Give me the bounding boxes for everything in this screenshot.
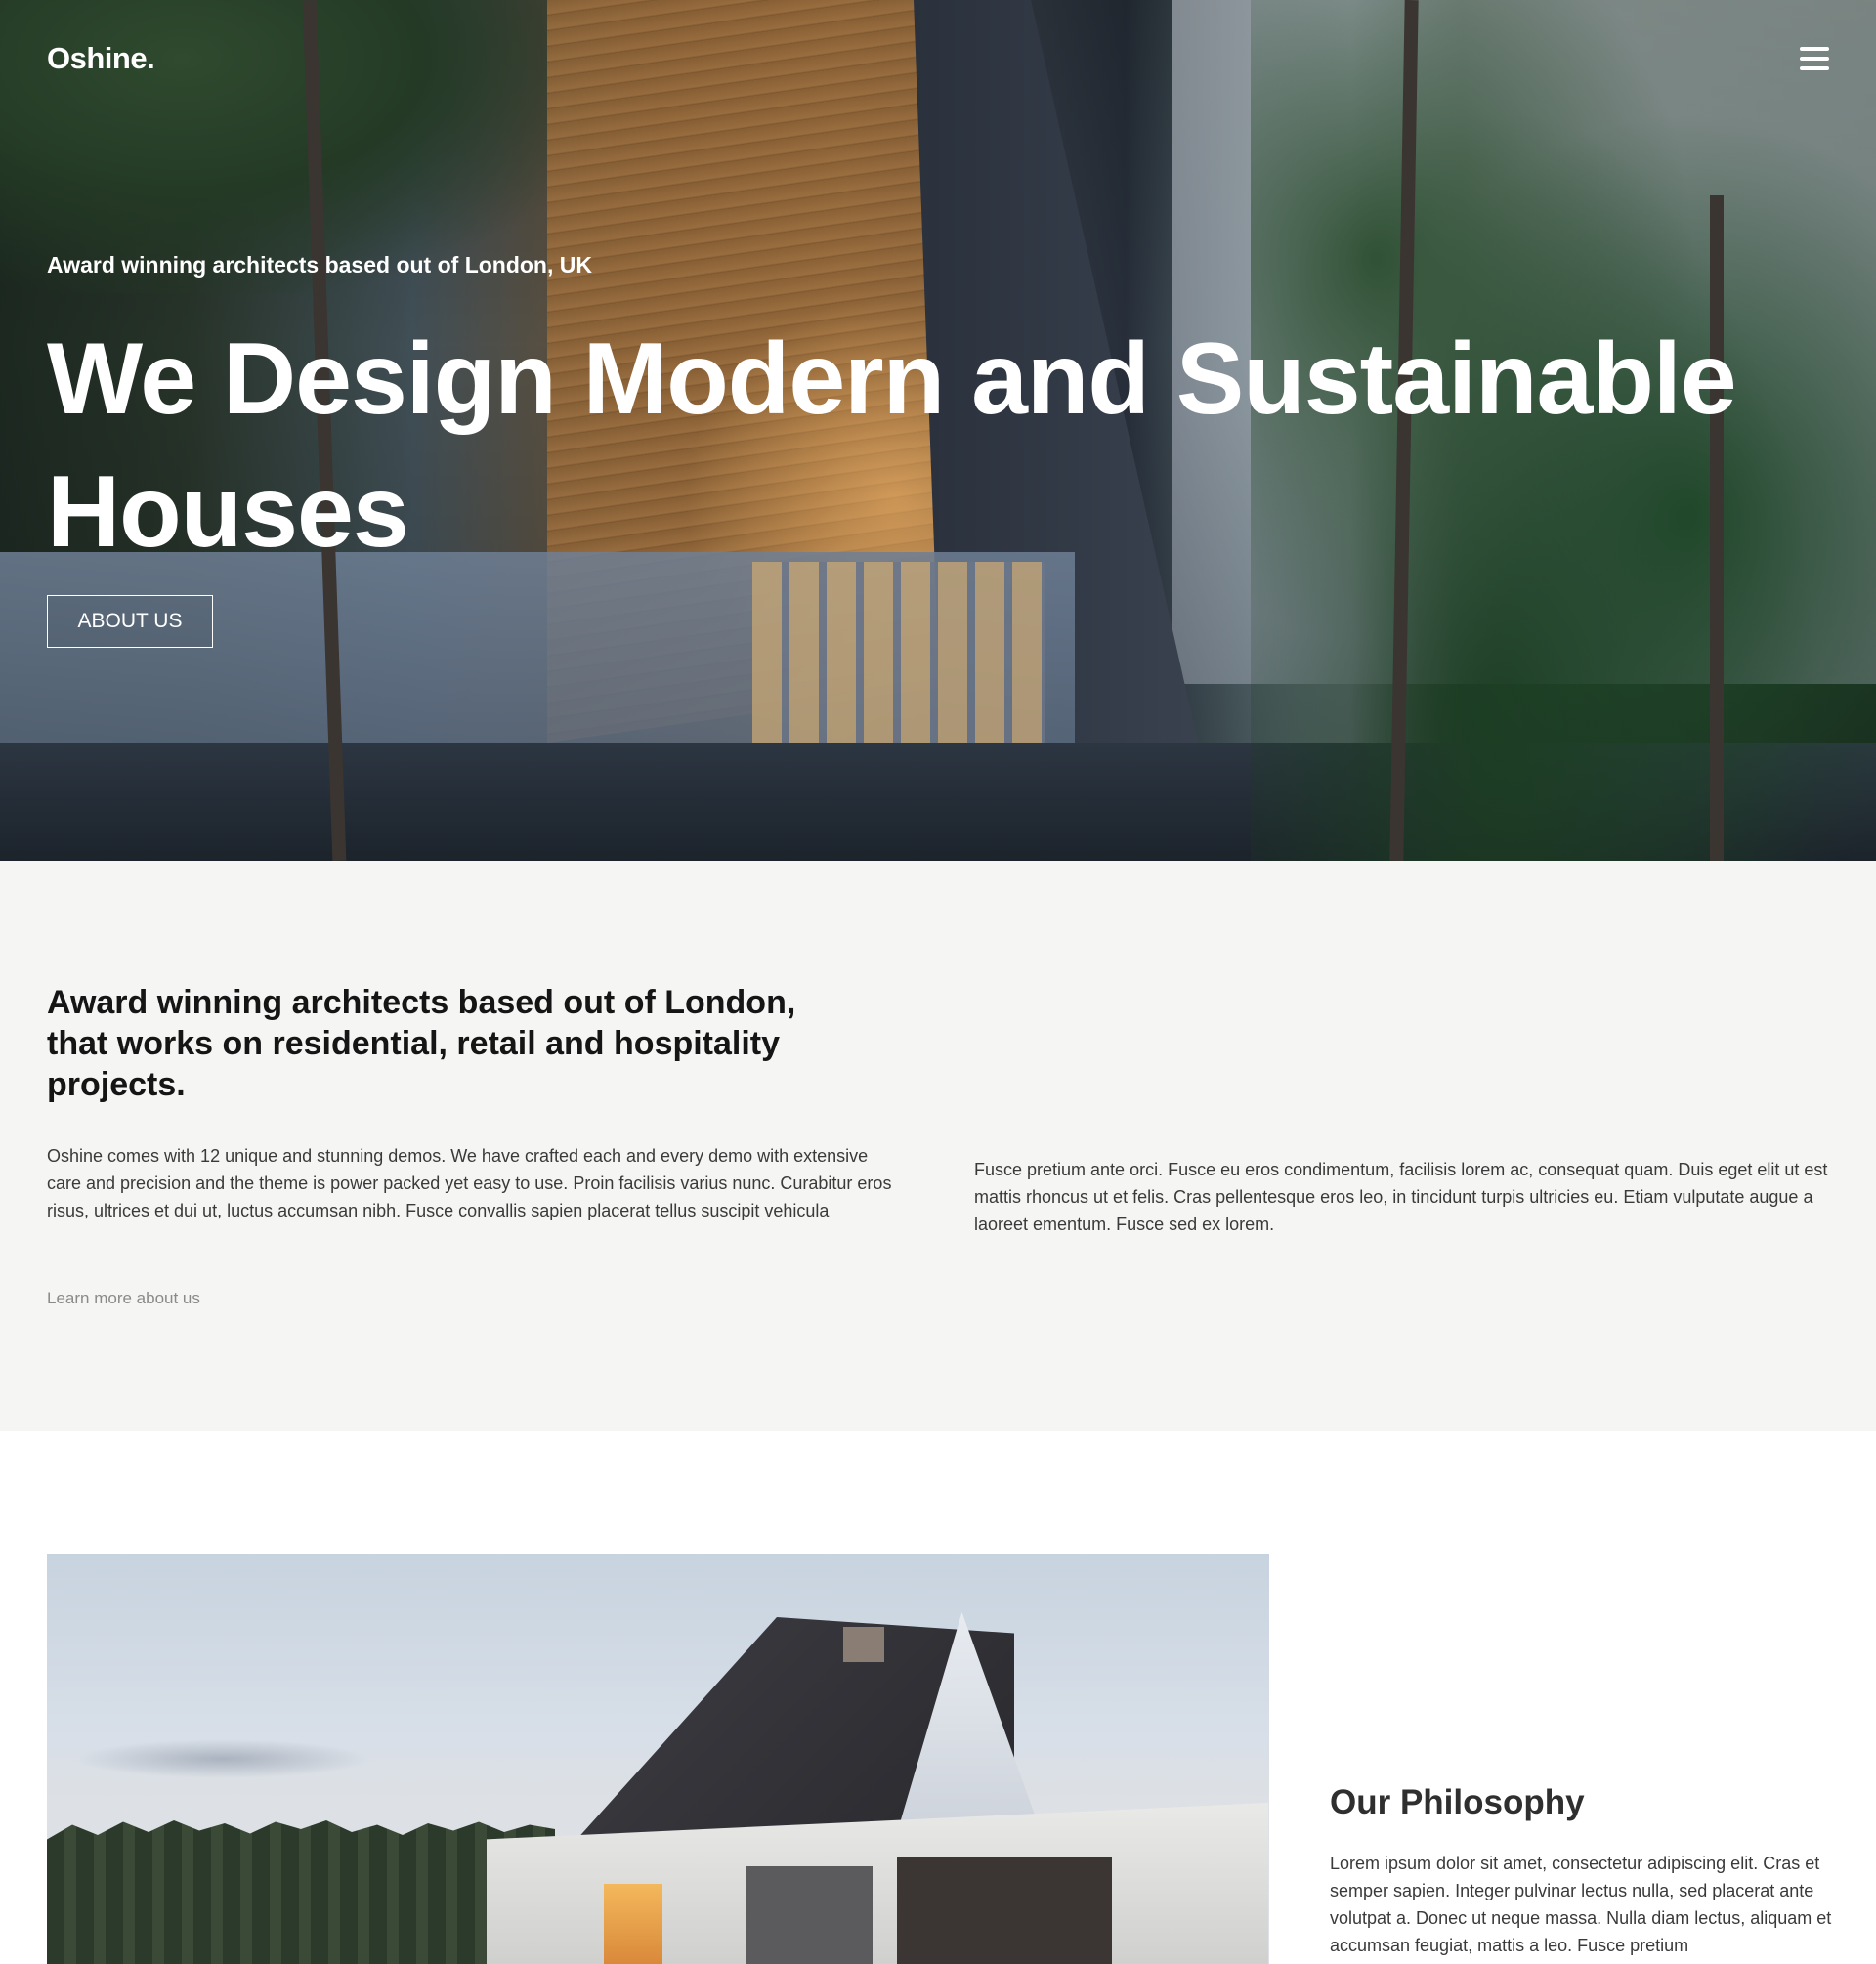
menu-icon-bar: [1800, 57, 1829, 61]
intro-section: Award winning architects based out of Lo…: [0, 861, 1876, 1431]
philosophy-title: Our Philosophy: [1330, 1783, 1585, 1821]
hero-subtitle: Award winning architects based out of Lo…: [47, 252, 592, 278]
image-house-panel: [746, 1866, 873, 1964]
about-us-button[interactable]: ABOUT US: [47, 595, 213, 648]
site-logo[interactable]: Oshine.: [47, 41, 155, 76]
image-treeline: [47, 1820, 555, 1964]
hamburger-menu-icon[interactable]: [1800, 47, 1829, 74]
hero-section: Oshine. Award winning architects based o…: [0, 0, 1876, 861]
menu-icon-bar: [1800, 66, 1829, 70]
intro-heading: Award winning architects based out of Lo…: [47, 984, 796, 1103]
intro-paragraph-left: Oshine comes with 12 unique and stunning…: [47, 1146, 892, 1220]
learn-more-link[interactable]: Learn more about us: [47, 1289, 200, 1308]
image-house-window: [604, 1884, 662, 1964]
menu-icon-bar: [1800, 47, 1829, 51]
image-house-garage-door: [897, 1857, 1112, 1964]
image-cloud: [76, 1739, 369, 1778]
philosophy-text: Lorem ipsum dolor sit amet, consectetur …: [1330, 1854, 1832, 1955]
image-house-chimney: [843, 1627, 884, 1662]
philosophy-house-image: [47, 1554, 1269, 1964]
intro-paragraph-right: Fusce pretium ante orci. Fusce eu eros c…: [974, 1160, 1828, 1234]
hero-title: We Design Modern and Sustainable Houses: [47, 322, 1737, 569]
philosophy-section: Our Philosophy Lorem ipsum dolor sit ame…: [0, 1431, 1876, 1964]
